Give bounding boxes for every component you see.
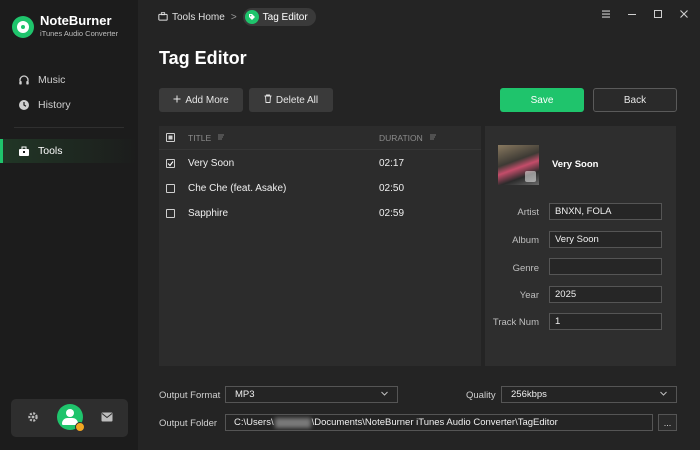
minimize-icon[interactable] (626, 9, 638, 22)
table-row[interactable]: Sapphire 02:59 (159, 201, 481, 226)
row-checkbox[interactable] (166, 209, 175, 218)
account-bar (11, 399, 128, 437)
window-controls (600, 9, 690, 22)
column-header-title[interactable]: TITLE (188, 133, 225, 143)
maximize-icon[interactable] (652, 9, 664, 22)
delete-all-button[interactable]: Delete All (249, 88, 333, 112)
save-button[interactable]: Save (500, 88, 584, 112)
sidebar-item-label: Music (38, 74, 66, 86)
track-duration: 02:50 (379, 183, 405, 194)
sort-icon (217, 133, 225, 143)
track-num-field[interactable]: 1 (549, 313, 662, 330)
track-duration: 02:17 (379, 158, 405, 169)
add-more-button[interactable]: Add More (159, 88, 243, 112)
gear-icon (27, 411, 39, 426)
row-checkbox[interactable] (166, 184, 175, 193)
breadcrumb-current: Tag Editor (242, 8, 316, 26)
mail-icon (101, 412, 113, 425)
breadcrumb: Tools Home > Tag Editor (158, 8, 316, 26)
trash-icon (264, 94, 272, 106)
track-num-label: Track Num (492, 317, 539, 328)
mail-button[interactable] (99, 410, 115, 426)
toolbox-icon (158, 11, 168, 24)
badge-icon (75, 422, 85, 432)
tag-detail-panel: Very Soon Artist BNXN, FOLA Album Very S… (485, 126, 676, 366)
output-format-select[interactable]: MP3 (225, 386, 398, 403)
genre-label: Genre (512, 263, 539, 274)
row-checkbox[interactable] (166, 159, 175, 168)
select-all-checkbox[interactable] (166, 133, 175, 142)
redacted-username (274, 417, 311, 428)
album-cover[interactable] (498, 145, 539, 185)
menu-icon[interactable] (600, 9, 612, 22)
output-format-label: Output Format (159, 390, 221, 401)
artist-label: Artist (517, 207, 539, 218)
detail-track-title: Very Soon (552, 159, 599, 170)
avatar[interactable] (57, 404, 85, 432)
column-header-duration[interactable]: DURATION (379, 133, 437, 143)
genre-field[interactable] (549, 258, 662, 275)
chevron-down-icon (659, 389, 668, 400)
table-header: TITLE DURATION (159, 126, 481, 150)
noteburner-logo-icon (12, 15, 34, 38)
edit-cover-icon[interactable] (525, 171, 536, 182)
sort-icon (429, 133, 437, 143)
output-folder-label: Output Folder (159, 418, 218, 429)
browse-folder-button[interactable]: ... (658, 414, 677, 431)
app-name: NoteBurner (40, 13, 112, 28)
quality-select[interactable]: 256kbps (501, 386, 677, 403)
breadcrumb-separator: > (230, 11, 237, 23)
table-row[interactable]: Very Soon 02:17 (159, 151, 481, 176)
track-title: Very Soon (188, 158, 235, 169)
page-title: Tag Editor (159, 48, 247, 68)
track-title: Che Che (feat. Asake) (188, 183, 287, 194)
toolbox-icon (18, 145, 30, 157)
table-row[interactable]: Che Che (feat. Asake) 02:50 (159, 176, 481, 201)
brand: NoteBurner iTunes Audio Converter (12, 14, 118, 39)
track-title: Sapphire (188, 208, 229, 219)
sidebar-item-tools[interactable]: Tools (0, 139, 138, 163)
sidebar-item-label: Tools (38, 145, 63, 157)
track-duration: 02:59 (379, 208, 405, 219)
tag-icon (244, 10, 259, 24)
breadcrumb-home[interactable]: Tools Home (158, 11, 225, 24)
album-field[interactable]: Very Soon (549, 231, 662, 248)
artist-field[interactable]: BNXN, FOLA (549, 203, 662, 220)
chevron-down-icon (380, 389, 389, 400)
sidebar-divider (14, 127, 124, 128)
plus-icon (173, 95, 181, 106)
app-subtitle: iTunes Audio Converter (40, 29, 119, 38)
quality-label: Quality (466, 390, 496, 401)
output-folder-field[interactable]: C:\Users\ \Documents\NoteBurner iTunes Au… (225, 414, 653, 431)
close-icon[interactable] (678, 9, 690, 22)
sidebar-item-label: History (38, 99, 71, 111)
sidebar-item-music[interactable]: Music (0, 68, 138, 92)
main-area: Tools Home > Tag Editor Tag Editor Add M… (138, 0, 700, 450)
clock-icon (18, 99, 30, 111)
headphones-icon (18, 74, 30, 86)
track-table: TITLE DURATION Very Soon 02:17 Che Che (… (159, 126, 481, 366)
album-label: Album (512, 235, 539, 246)
sidebar-item-history[interactable]: History (0, 93, 138, 117)
back-button[interactable]: Back (593, 88, 677, 112)
year-label: Year (519, 290, 539, 301)
year-field[interactable]: 2025 (549, 286, 662, 303)
sidebar: NoteBurner iTunes Audio Converter Music … (0, 0, 138, 450)
settings-button[interactable] (25, 410, 41, 426)
